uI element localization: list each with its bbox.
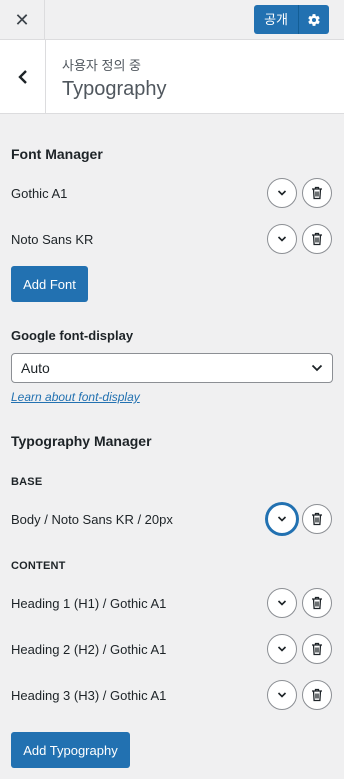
trash-icon bbox=[312, 186, 322, 200]
publish-button[interactable]: 공개 bbox=[254, 5, 299, 34]
expand-typography-button[interactable] bbox=[267, 634, 297, 664]
delete-typography-button[interactable] bbox=[302, 504, 332, 534]
expand-typography-button[interactable] bbox=[266, 503, 298, 535]
font-display-help-link[interactable]: Learn about font-display bbox=[11, 390, 140, 404]
trash-icon bbox=[312, 232, 322, 246]
delete-font-button[interactable] bbox=[302, 178, 332, 208]
breadcrumb: 사용자 정의 중 bbox=[62, 58, 141, 73]
typography-item-label: Heading 1 (H1) / Gothic A1 bbox=[11, 596, 167, 611]
delete-typography-button[interactable] bbox=[302, 680, 332, 710]
add-typography-button[interactable]: Add Typography bbox=[11, 732, 130, 768]
typography-manager-heading: Typography Manager bbox=[11, 433, 152, 449]
expand-font-button[interactable] bbox=[267, 224, 297, 254]
typography-item-label: Heading 3 (H3) / Gothic A1 bbox=[11, 688, 167, 703]
close-icon: ✕ bbox=[14, 9, 30, 30]
font-display-select[interactable]: Auto bbox=[11, 353, 333, 383]
font-item-label: Gothic A1 bbox=[11, 186, 68, 201]
trash-icon bbox=[312, 642, 322, 656]
trash-icon bbox=[312, 596, 322, 610]
typography-item-label: Heading 2 (H2) / Gothic A1 bbox=[11, 642, 167, 657]
typography-item-label: Body / Noto Sans KR / 20px bbox=[11, 512, 173, 527]
font-item-label: Noto Sans KR bbox=[11, 232, 94, 247]
publish-settings-button[interactable] bbox=[299, 5, 329, 34]
expand-typography-button[interactable] bbox=[267, 680, 297, 710]
close-button[interactable]: ✕ bbox=[0, 0, 45, 40]
trash-icon bbox=[312, 688, 322, 702]
chevron-down-icon bbox=[277, 236, 287, 242]
font-manager-heading: Font Manager bbox=[11, 146, 103, 162]
delete-typography-button[interactable] bbox=[302, 634, 332, 664]
publish-group: 공개 bbox=[254, 5, 329, 34]
section-title: Typography bbox=[62, 78, 167, 100]
add-font-button[interactable]: Add Font bbox=[11, 266, 88, 302]
chevron-down-icon bbox=[277, 692, 287, 698]
font-display-value: Auto bbox=[21, 360, 50, 376]
expand-font-button[interactable] bbox=[267, 178, 297, 208]
chevron-down-icon bbox=[277, 516, 287, 522]
font-display-label: Google font-display bbox=[11, 328, 134, 343]
chevron-down-icon bbox=[277, 646, 287, 652]
delete-typography-button[interactable] bbox=[302, 588, 332, 618]
chevron-down-icon bbox=[311, 364, 323, 372]
customizer-topbar: ✕ 공개 bbox=[0, 0, 344, 40]
content-label: CONTENT bbox=[11, 560, 66, 572]
base-label: BASE bbox=[11, 476, 43, 488]
expand-typography-button[interactable] bbox=[267, 588, 297, 618]
chevron-left-icon bbox=[17, 69, 27, 84]
trash-icon bbox=[312, 512, 322, 526]
delete-font-button[interactable] bbox=[302, 224, 332, 254]
back-button[interactable] bbox=[0, 40, 46, 113]
section-header: 사용자 정의 중 Typography bbox=[0, 40, 344, 114]
chevron-down-icon bbox=[277, 190, 287, 196]
chevron-down-icon bbox=[277, 600, 287, 606]
gear-icon bbox=[308, 13, 320, 26]
